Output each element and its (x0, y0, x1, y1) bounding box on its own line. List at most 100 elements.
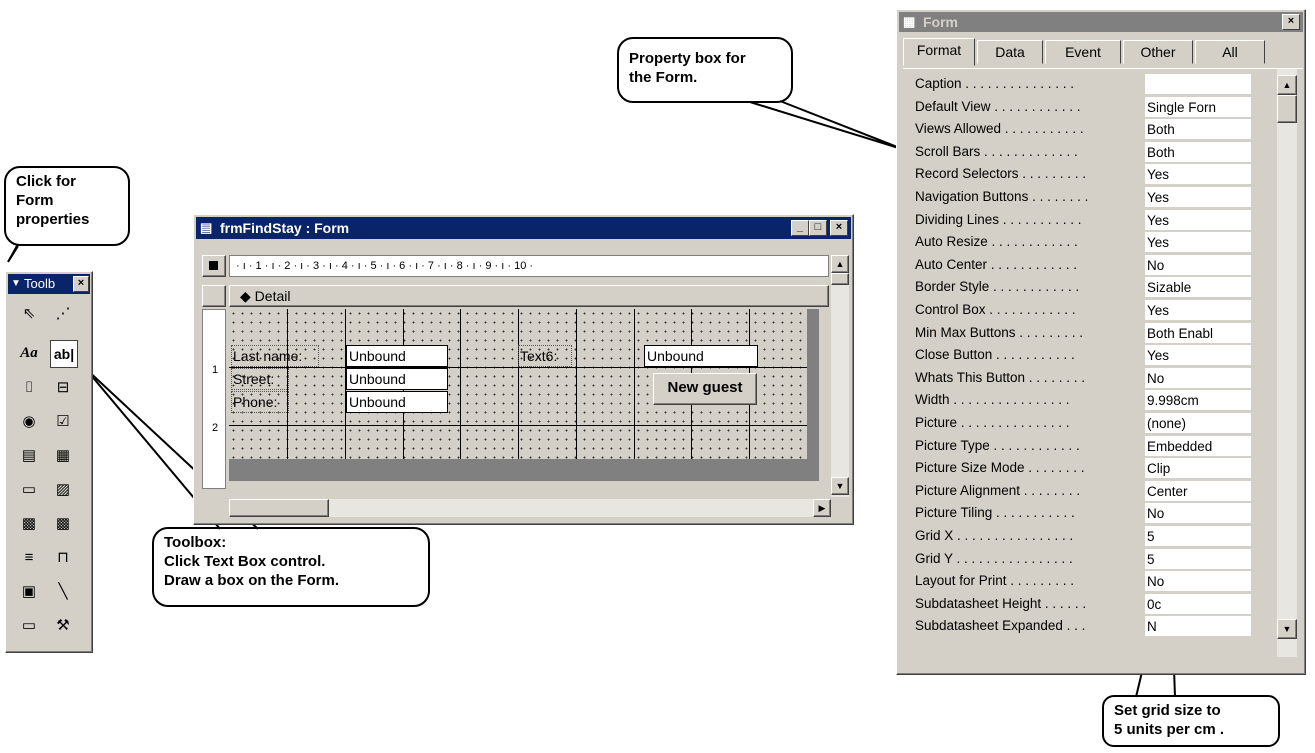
property-row[interactable]: Picture . . . . . . . . . . . . . . . (no… (903, 412, 1251, 435)
design-grid[interactable]: Last name: Unbound Street: Unbound Phone… (229, 309, 807, 459)
option-button-icon[interactable]: ◉ (16, 408, 42, 434)
maximize-button[interactable]: □ (809, 220, 827, 236)
property-row[interactable]: Views Allowed . . . . . . . . . . . Both (903, 118, 1251, 141)
property-row[interactable]: Whats This Button . . . . . . . . No (903, 367, 1251, 390)
form-titlebar[interactable]: ▤ frmFindStay : Form _ □ × (196, 217, 851, 239)
tab-all[interactable]: All (1195, 40, 1265, 64)
option-group-icon[interactable]: ⌷ (16, 374, 42, 400)
text6-textbox[interactable]: Unbound (644, 345, 758, 367)
select-objects-icon[interactable]: ⇖ (16, 300, 42, 326)
property-row[interactable]: Dividing Lines . . . . . . . . . . . Yes (903, 209, 1251, 232)
tab-event[interactable]: Event (1045, 40, 1121, 64)
detail-section-bar[interactable]: ◆ Detail (229, 285, 829, 307)
property-row[interactable]: Picture Type . . . . . . . . . . . . Embe… (903, 435, 1251, 458)
horizontal-ruler[interactable]: · ı · 1 · ı · 2 · ı · 3 · ı · 4 · ı · 5 … (229, 255, 829, 277)
property-close-button[interactable]: × (1282, 14, 1300, 30)
property-scroll-thumb[interactable] (1277, 95, 1297, 123)
property-row[interactable]: Grid X . . . . . . . . . . . . . . . . 5 (903, 525, 1251, 548)
property-value[interactable]: Yes (1145, 300, 1251, 320)
lastname-label[interactable]: Last name: (231, 345, 319, 367)
label-tool-icon[interactable]: Aa (16, 340, 42, 366)
text6-label[interactable]: Text6: (518, 345, 572, 367)
property-value[interactable]: Yes (1145, 232, 1251, 253)
property-value[interactable]: Single Forn (1145, 96, 1251, 117)
command-button-icon[interactable]: ▭ (16, 476, 42, 502)
check-box-icon[interactable]: ☑ (50, 408, 76, 434)
property-value[interactable]: Yes (1145, 345, 1251, 366)
property-value[interactable]: Clip (1145, 458, 1251, 479)
property-value[interactable]: Embedded (1145, 435, 1251, 456)
property-row[interactable]: Default View . . . . . . . . . . . . Sing… (903, 96, 1251, 119)
tab-control-icon[interactable]: ⊓ (50, 544, 76, 570)
property-value[interactable]: 5 (1145, 526, 1251, 546)
vertical-scrollbar[interactable]: ▲ ▼ (831, 255, 849, 497)
lastname-textbox[interactable]: Unbound (346, 345, 448, 367)
combo-box-icon[interactable]: ▤ (16, 442, 42, 468)
property-value[interactable]: Yes (1145, 187, 1251, 207)
list-box-icon[interactable]: ▦ (50, 442, 76, 468)
unbound-object-frame-icon[interactable]: ▩ (16, 510, 42, 536)
property-value[interactable]: (none) (1145, 413, 1251, 433)
property-row[interactable]: Record Selectors . . . . . . . . . Yes (903, 163, 1251, 186)
property-row[interactable]: Subdatasheet Expanded . . . N (903, 615, 1251, 638)
text-box-tool-icon[interactable]: ab| (50, 340, 78, 368)
scroll-up-button[interactable]: ▲ (831, 255, 849, 273)
property-row[interactable]: Close Button . . . . . . . . . . . Yes (903, 344, 1251, 367)
line-tool-icon[interactable]: ╲ (50, 578, 76, 604)
image-tool-icon[interactable]: ▨ (50, 476, 76, 502)
close-button[interactable]: × (830, 220, 848, 236)
property-scroll-down[interactable]: ▼ (1277, 619, 1297, 639)
hscroll-thumb[interactable] (229, 499, 329, 517)
property-value[interactable]: 9.998cm (1145, 390, 1251, 411)
property-row[interactable]: Picture Tiling . . . . . . . . . . . No (903, 502, 1251, 525)
new-guest-button[interactable]: New guest (653, 373, 757, 405)
tab-other[interactable]: Other (1123, 40, 1193, 64)
scroll-thumb[interactable] (831, 273, 849, 285)
property-value[interactable]: 5 (1145, 548, 1251, 569)
property-value[interactable]: Both Enabl (1145, 322, 1251, 343)
property-row[interactable]: Grid Y . . . . . . . . . . . . . . . . 5 (903, 548, 1251, 571)
property-value[interactable]: No (1145, 367, 1251, 388)
tab-data[interactable]: Data (977, 40, 1043, 64)
toolbox-close-button[interactable]: × (73, 276, 89, 292)
property-row[interactable]: Caption . . . . . . . . . . . . . . . (903, 73, 1251, 96)
more-controls-icon[interactable]: ⚒ (50, 612, 76, 638)
street-textbox[interactable]: Unbound (346, 368, 448, 390)
property-value[interactable]: Yes (1145, 164, 1251, 185)
page-break-icon[interactable]: ≡ (16, 544, 42, 570)
toolbox-menu-arrow-icon[interactable]: ▼ (11, 274, 21, 294)
property-titlebar[interactable]: ▦ Form × (899, 12, 1303, 32)
property-value[interactable]: Yes (1145, 209, 1251, 230)
horizontal-scrollbar[interactable]: ▶ (229, 499, 831, 517)
form-selector[interactable] (202, 255, 226, 277)
scroll-down-button[interactable]: ▼ (831, 477, 849, 495)
property-row[interactable]: Subdatasheet Height . . . . . . 0c (903, 593, 1251, 616)
section-selector[interactable] (202, 285, 226, 307)
toggle-button-icon[interactable]: ⊟ (50, 374, 76, 400)
property-scrollbar[interactable]: ▲ ▼ (1277, 69, 1297, 657)
property-row[interactable]: Layout for Print . . . . . . . . . No (903, 570, 1251, 593)
toolbox-titlebar[interactable]: ▼ Toolb × (8, 274, 90, 294)
property-row[interactable]: Min Max Buttons . . . . . . . . . Both En… (903, 322, 1251, 345)
property-value[interactable]: Both (1145, 141, 1251, 162)
minimize-button[interactable]: _ (791, 220, 809, 236)
property-row[interactable]: Picture Alignment . . . . . . . . Center (903, 480, 1251, 503)
property-value[interactable]: Center (1145, 480, 1251, 501)
bound-object-frame-icon[interactable]: ▩ (50, 510, 76, 536)
phone-label[interactable]: Phone: (231, 391, 289, 413)
rectangle-tool-icon[interactable]: ▭ (16, 612, 42, 638)
property-value[interactable]: Both (1145, 119, 1251, 140)
property-scroll-up[interactable]: ▲ (1277, 75, 1297, 95)
property-row[interactable]: Picture Size Mode . . . . . . . . Clip (903, 457, 1251, 480)
property-value[interactable]: No (1145, 571, 1251, 592)
vertical-ruler[interactable]: 1 2 (202, 309, 226, 489)
property-row[interactable]: Auto Center . . . . . . . . . . . . No (903, 254, 1251, 277)
property-row[interactable]: Width . . . . . . . . . . . . . . . . 9.9… (903, 389, 1251, 412)
property-row[interactable]: Navigation Buttons . . . . . . . . Yes (903, 186, 1251, 209)
property-row[interactable]: Scroll Bars . . . . . . . . . . . . . Bot… (903, 141, 1251, 164)
phone-textbox[interactable]: Unbound (346, 391, 448, 413)
property-row[interactable]: Auto Resize . . . . . . . . . . . . Yes (903, 231, 1251, 254)
property-value[interactable]: No (1145, 254, 1251, 275)
property-value[interactable]: N (1145, 616, 1251, 637)
property-value[interactable]: 0c (1145, 593, 1251, 614)
